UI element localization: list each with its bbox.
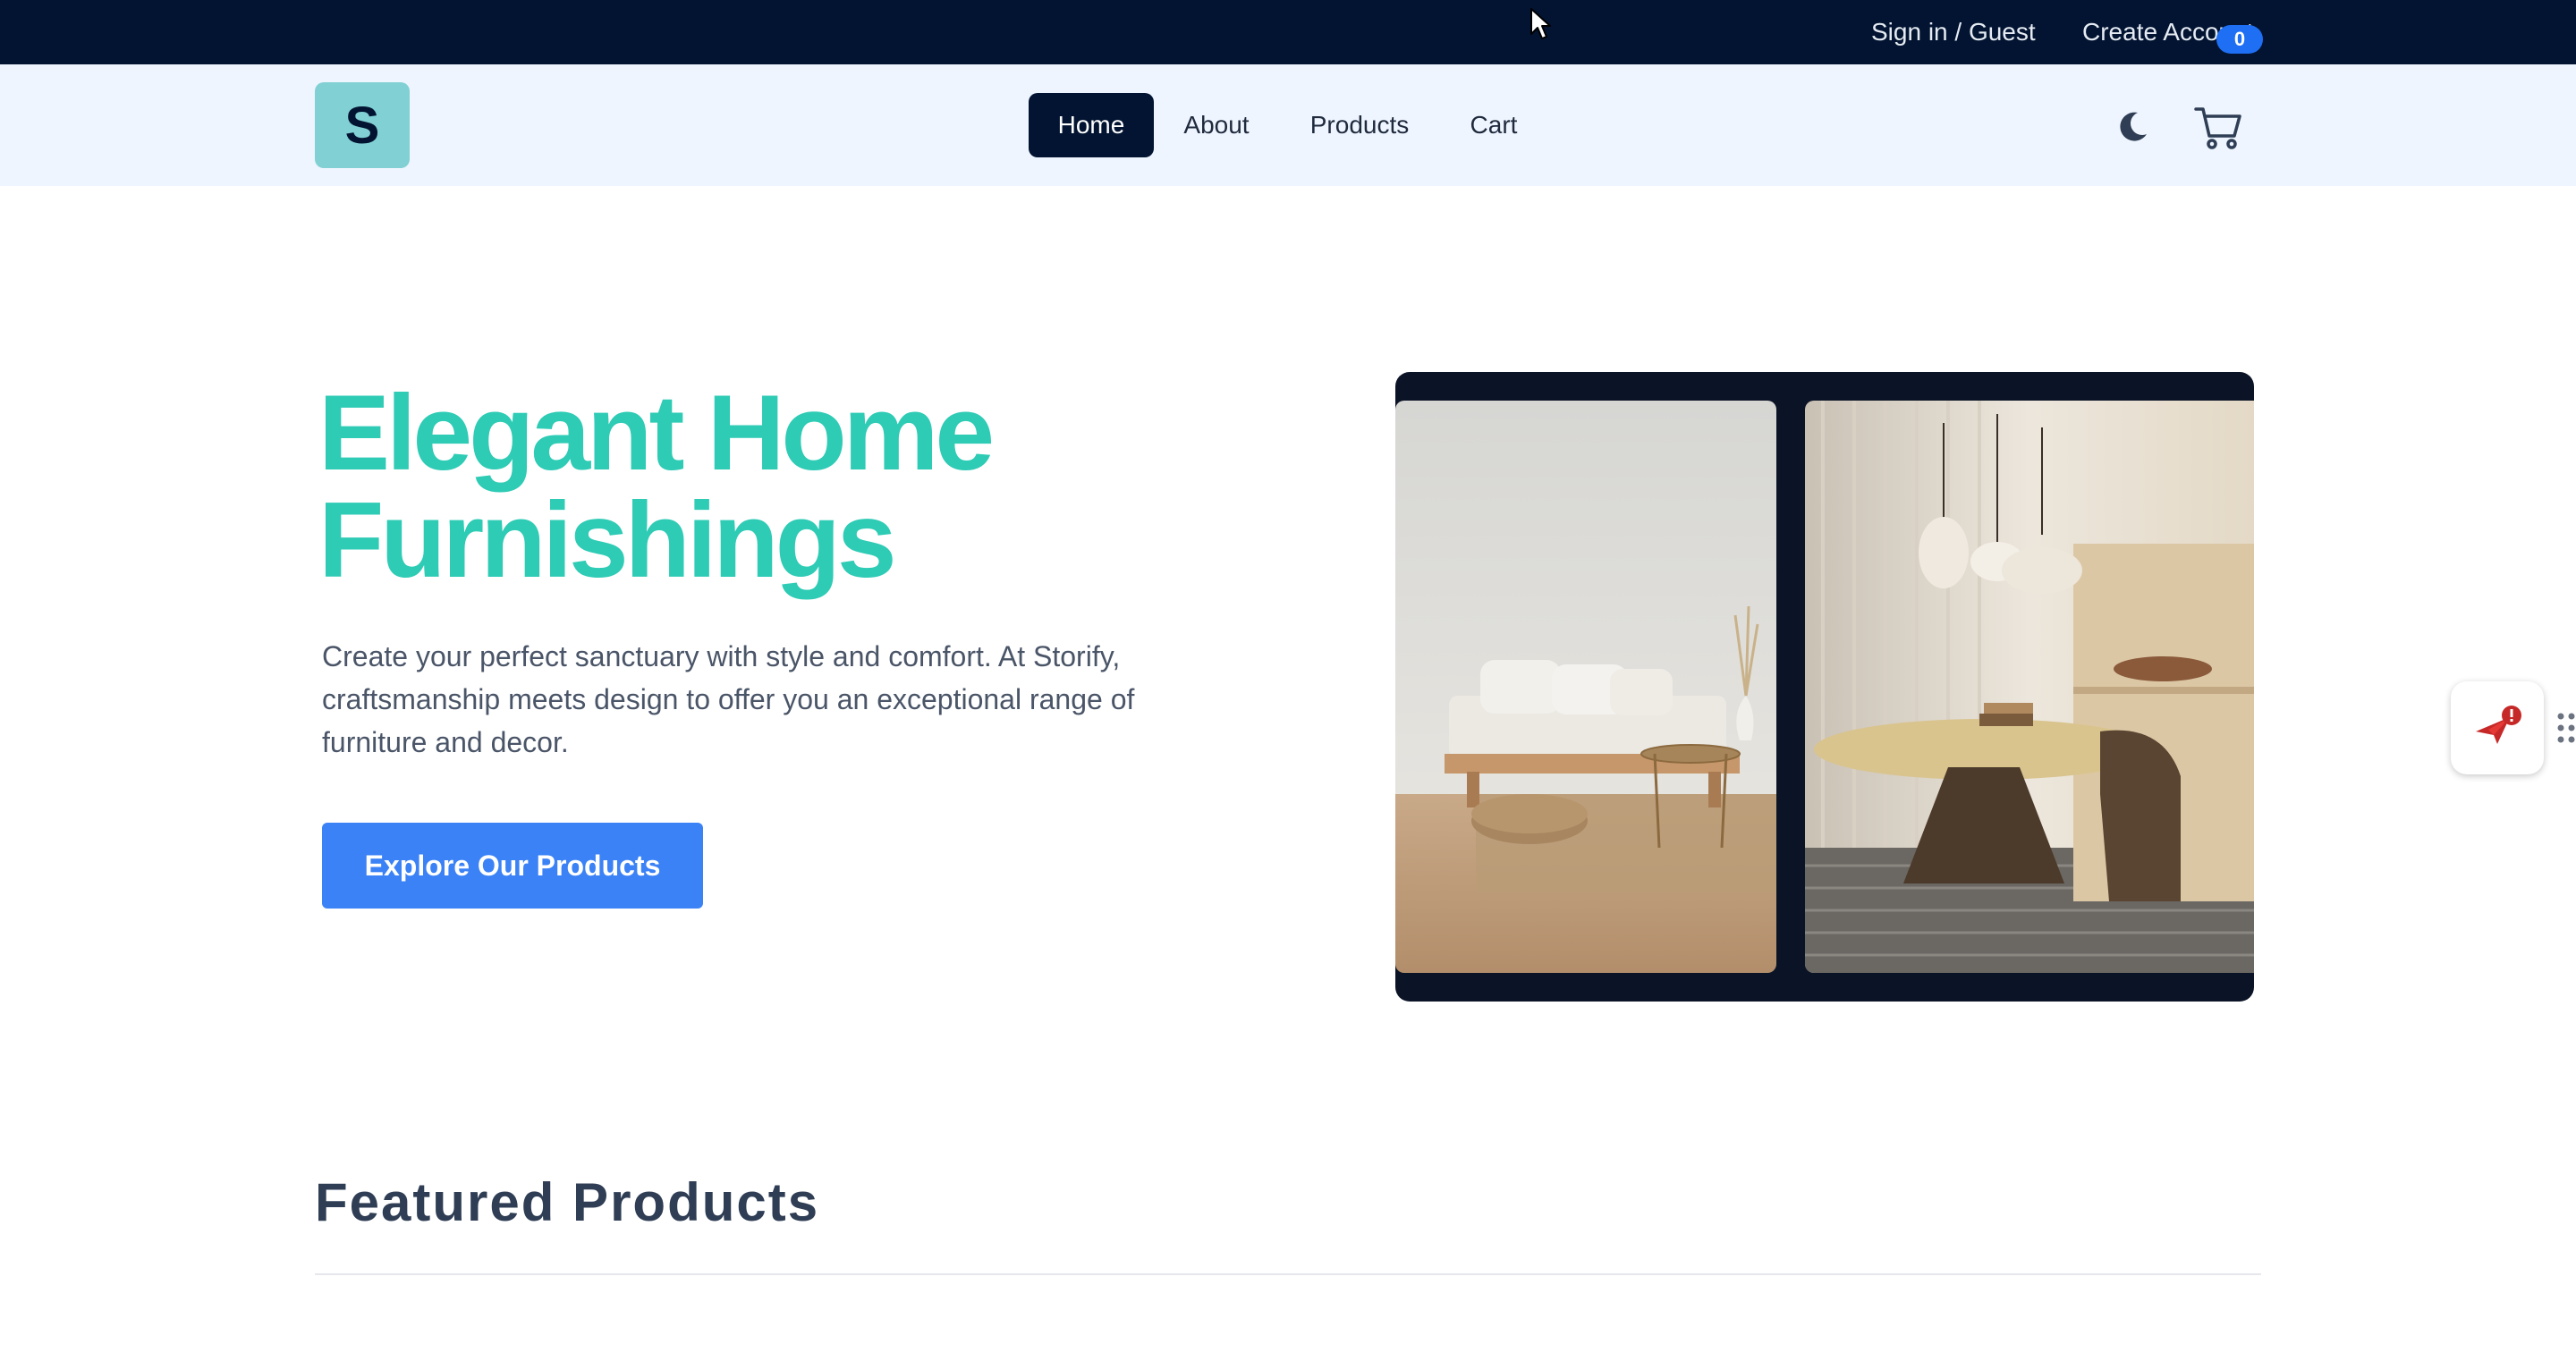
living-room-sofa-photo xyxy=(1395,401,1776,973)
top-bar: Sign in / Guest Create Account xyxy=(0,0,2576,64)
nav-link-products[interactable]: Products xyxy=(1297,93,1422,157)
drag-grip-icon[interactable] xyxy=(2556,712,2576,744)
section-divider xyxy=(315,1273,2261,1275)
dining-room-table-photo xyxy=(1805,401,2254,973)
nav-link-about[interactable]: About xyxy=(1163,93,1270,157)
sign-in-link[interactable]: Sign in / Guest xyxy=(1871,0,2036,64)
hero-title: Elegant Home Furnishings xyxy=(318,379,1302,594)
hero-title-line-2: Furnishings xyxy=(318,480,897,600)
explore-products-button[interactable]: Explore Our Products xyxy=(322,823,703,909)
mouse-cursor-icon xyxy=(1530,8,1551,39)
paper-plane-alert-icon xyxy=(2476,706,2521,744)
moon-icon[interactable] xyxy=(2114,109,2150,145)
featured-products-heading: Featured Products xyxy=(315,1172,820,1232)
hero-description: Create your perfect sanctuary with style… xyxy=(322,640,1135,758)
nav-link-home[interactable]: Home xyxy=(1029,93,1154,157)
nav-link-cart[interactable]: Cart xyxy=(1456,93,1531,157)
cart-icon[interactable] xyxy=(2193,102,2245,152)
feedback-widget[interactable] xyxy=(2451,681,2544,774)
cart-count-badge: 0 xyxy=(2216,25,2263,54)
main-navbar: S Home About Products Cart xyxy=(0,64,2576,186)
logo[interactable]: S xyxy=(315,82,410,168)
hero-image-gallery xyxy=(1395,372,2254,1002)
hero-title-line-1: Elegant Home xyxy=(318,373,995,493)
